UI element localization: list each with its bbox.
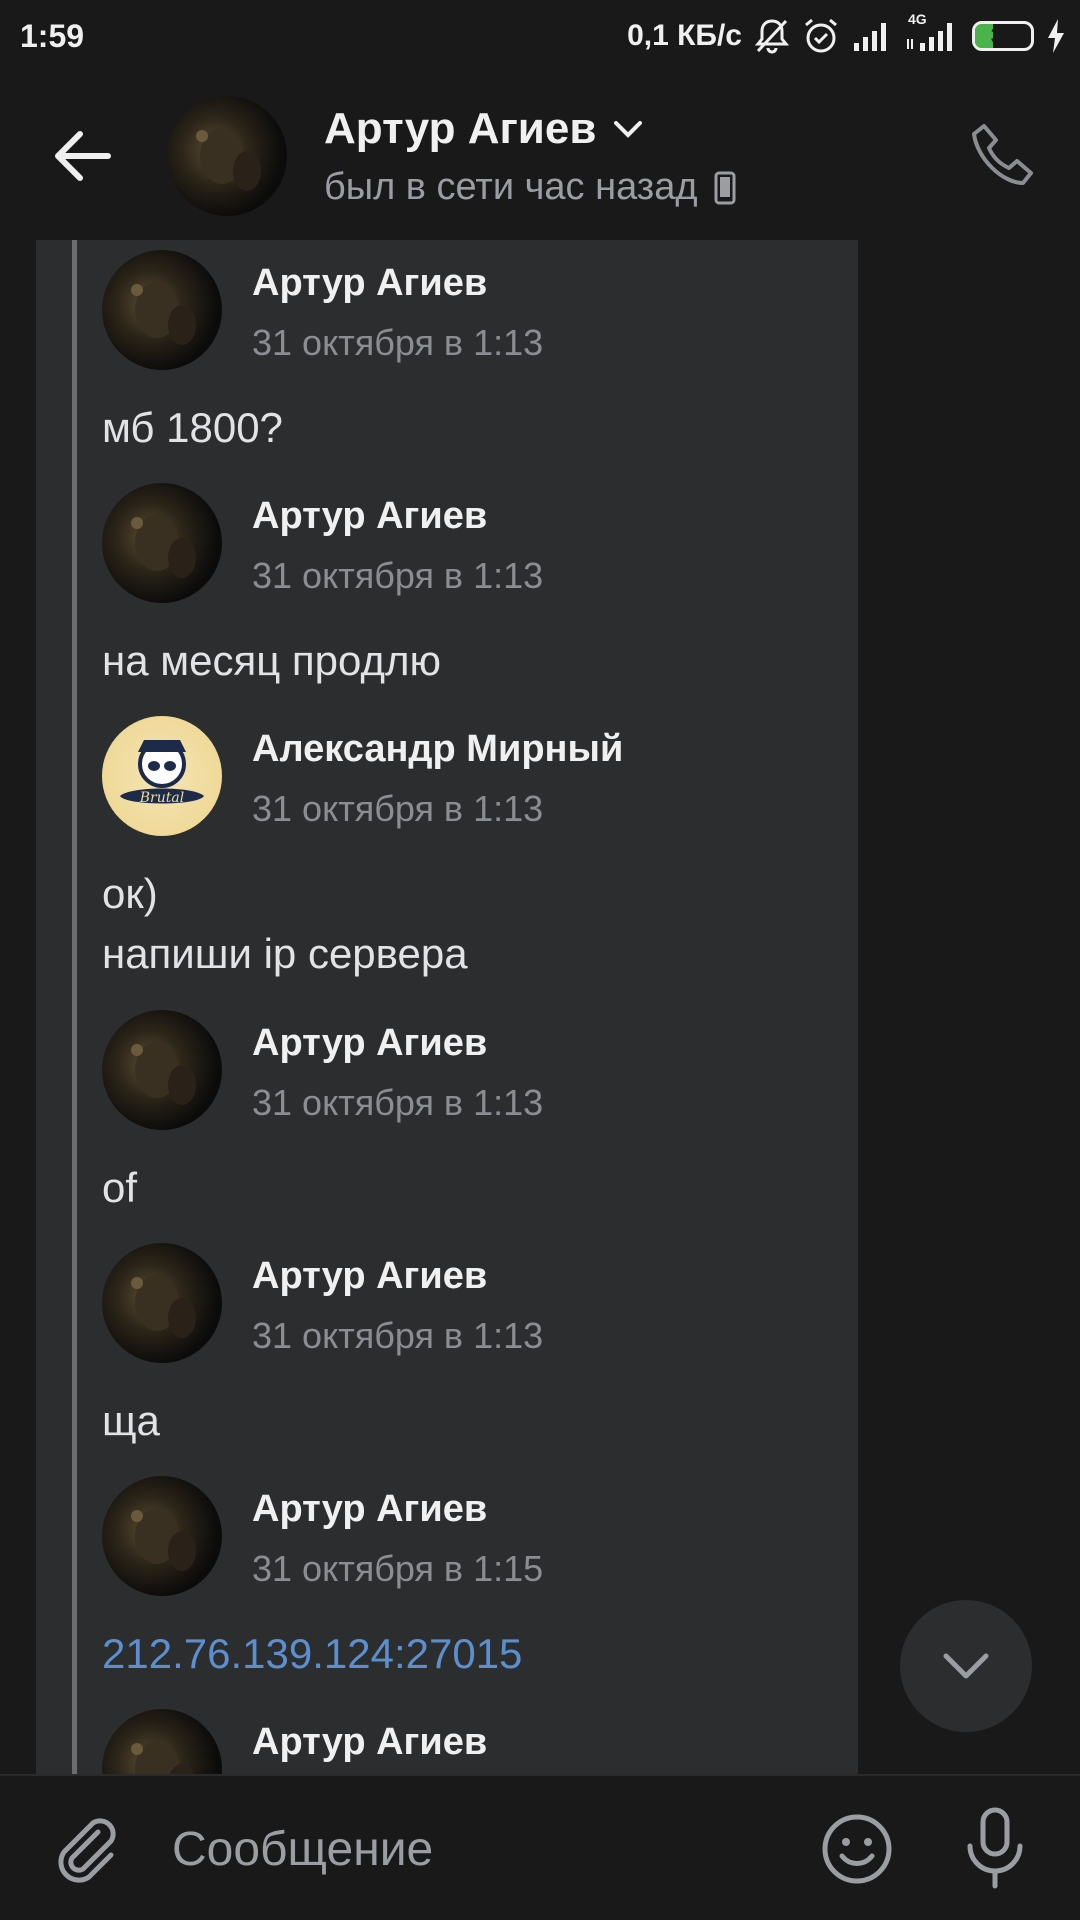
battery-level: 32 [990, 23, 1016, 48]
status-icons: 0,1 КБ/с 4G 32 [627, 11, 1066, 58]
message-date: 31 октября в 1:13 [252, 1082, 544, 1123]
avatar[interactable]: Brutal [102, 716, 222, 836]
chat-header: Артур Агиев был в сети час назад [0, 72, 1080, 240]
mobile-icon [714, 171, 736, 204]
last-seen-text: был в сети час назад [324, 166, 698, 208]
message-text: мб 1800? [102, 404, 283, 451]
emoji-icon [822, 1814, 892, 1884]
microphone-icon [967, 1807, 1023, 1889]
mute-bell-icon [754, 17, 790, 55]
attach-button[interactable] [50, 1812, 122, 1884]
emoji-button[interactable] [820, 1812, 894, 1886]
message-author[interactable]: Артур Агиев [252, 1488, 487, 1531]
network-type: 4G [908, 11, 927, 27]
message-date: 31 октября в 1:13 [252, 788, 544, 829]
avatar[interactable] [102, 483, 222, 603]
avatar[interactable] [102, 1476, 222, 1596]
contact-name: Артур Агиев [324, 104, 597, 153]
forwarded-message-header: Артур Агиев 31 октября в 1:13 [102, 1010, 842, 1130]
call-button[interactable] [968, 120, 1040, 192]
message-text: of [102, 1164, 138, 1211]
message-date: 31 октября в 1:13 [252, 1315, 544, 1356]
signal-icon [852, 21, 892, 51]
forwarded-message-header: Артур Агиев 31 октября в 1:13 [102, 1243, 842, 1363]
avatar[interactable] [102, 1010, 222, 1130]
phone-icon [972, 124, 1033, 185]
chat-title[interactable]: Артур Агиев [324, 104, 644, 154]
chevron-down-icon [614, 121, 643, 138]
forward-indicator-line [72, 240, 77, 1774]
message-date: 31 октября в 1:13 [252, 555, 544, 596]
message-author[interactable]: Артур Агиев [252, 495, 487, 538]
online-status: был в сети час назад [324, 166, 736, 209]
svg-text:Brutal: Brutal [139, 790, 184, 806]
message-input[interactable] [172, 1814, 772, 1884]
message-author[interactable]: Артур Агиев [252, 1255, 487, 1298]
battery-indicator: 32 [972, 21, 1034, 51]
message-text: ок) напиши ip сервера [102, 870, 468, 977]
charging-icon [1046, 19, 1066, 53]
alarm-icon [802, 17, 840, 55]
status-bar: 1:59 0,1 КБ/с 4G 32 [0, 0, 1080, 72]
avatar[interactable] [102, 1709, 222, 1774]
avatar[interactable] [167, 96, 287, 216]
message-date: 31 октября в 1:13 [252, 322, 544, 363]
message-date: 31 октября в 1:15 [252, 1548, 544, 1589]
message-text: ща [102, 1397, 160, 1444]
paperclip-icon [58, 1818, 116, 1883]
chevron-down-icon [943, 1653, 989, 1679]
back-arrow-icon [55, 131, 111, 181]
status-time: 1:59 [20, 18, 85, 54]
forwarded-message-header: Brutal Александр Мирный 31 октября в 1:1… [102, 716, 842, 836]
scroll-to-bottom-button[interactable] [900, 1600, 1032, 1732]
signal-4g-icon: 4G [904, 11, 960, 51]
forwarded-message-header: Артур Агиев [102, 1709, 842, 1774]
message-composer [0, 1774, 1080, 1920]
message-list[interactable]: Артур Агиев 31 октября в 1:13 мб 1800? А… [0, 240, 1080, 1774]
back-button[interactable] [48, 126, 118, 186]
avatar[interactable] [102, 250, 222, 370]
network-speed: 0,1 КБ/с [627, 19, 742, 52]
message-author[interactable]: Артур Агиев [252, 1022, 487, 1065]
ip-address-link[interactable]: 212.76.139.124:27015 [102, 1624, 522, 1684]
message-author[interactable]: Александр Мирный [252, 728, 623, 771]
avatar[interactable] [102, 1243, 222, 1363]
forwarded-message-header: Артур Агиев 31 октября в 1:13 [102, 483, 842, 603]
forwarded-message-header: Артур Агиев 31 октября в 1:15 [102, 1476, 842, 1596]
message-author[interactable]: Артур Агиев [252, 1721, 487, 1764]
message-text: на месяц продлю [102, 637, 441, 684]
forwarded-message-header: Артур Агиев 31 октября в 1:13 [102, 250, 842, 370]
message-author[interactable]: Артур Агиев [252, 262, 487, 305]
voice-message-button[interactable] [960, 1806, 1030, 1890]
